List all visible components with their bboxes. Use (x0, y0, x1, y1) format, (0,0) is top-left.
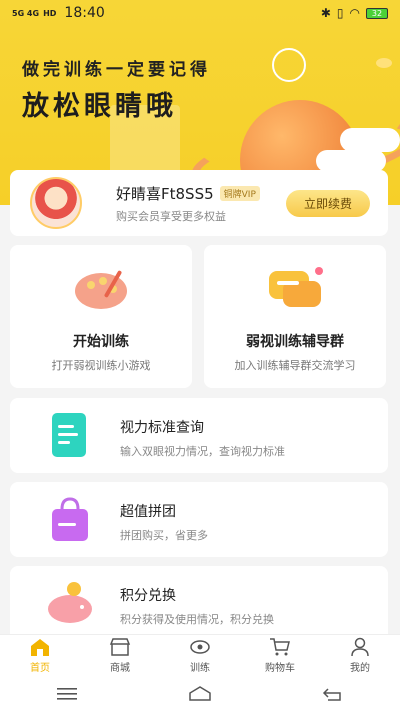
member-subtitle: 购买会员享受更多权益 (116, 209, 226, 223)
username: 好睛喜Ft8SS5 (116, 184, 214, 203)
system-nav-bar (0, 676, 400, 711)
menu-icon[interactable] (54, 686, 80, 702)
back-icon[interactable] (320, 686, 346, 702)
avatar[interactable] (30, 177, 82, 229)
row-desc: 输入双眼视力情况，查询视力标准 (120, 445, 285, 458)
bottom-tab-bar: 首页 商城 训练 购物车 我的 (0, 634, 400, 676)
wifi-icon: ◠ (349, 6, 360, 20)
row-title: 积分兑换 (120, 588, 176, 604)
tab-label: 我的 (350, 663, 370, 674)
tab-store[interactable]: 商城 (80, 635, 160, 676)
bluetooth-icon: ✱ (320, 6, 331, 20)
home-nav-icon[interactable] (187, 685, 213, 702)
member-card[interactable]: 好睛喜Ft8SS5 铜牌VIP 购买会员享受更多权益 立即续费 (10, 170, 388, 236)
chat-bubble-icon (265, 265, 325, 313)
tab-label: 商城 (110, 663, 130, 674)
battery-icon: 32 (366, 7, 388, 19)
tile-desc: 打开弱视训练小游戏 (51, 359, 151, 372)
network-indicator: 5G 4G (12, 8, 40, 18)
home-icon (31, 639, 49, 656)
tile-tutoring-group[interactable]: 弱视训练辅导群 加入训练辅导群交流学习 (204, 245, 386, 388)
tab-label: 首页 (30, 663, 50, 674)
clock: 18:40 (64, 5, 105, 21)
user-icon (351, 637, 369, 657)
star-decoration (376, 58, 392, 68)
tab-profile[interactable]: 我的 (320, 635, 400, 676)
tab-training[interactable]: 训练 (160, 635, 240, 676)
store-icon (109, 638, 131, 656)
tile-title: 开始训练 (73, 334, 129, 350)
renew-button[interactable]: 立即续费 (285, 189, 370, 217)
tab-label: 训练 (190, 663, 210, 674)
shopping-bag-icon (44, 495, 96, 543)
document-icon (44, 411, 96, 459)
row-points-exchange[interactable]: 积分兑换 积分获得及使用情况，积分兑换 (10, 566, 388, 641)
tile-desc: 加入训练辅导群交流学习 (234, 359, 356, 372)
tile-title: 弱视训练辅导群 (246, 334, 344, 350)
eye-icon (190, 640, 210, 654)
girl-illustration (272, 48, 306, 82)
tile-start-training[interactable]: 开始训练 打开弱视训练小游戏 (10, 245, 192, 388)
row-title: 超值拼团 (120, 504, 176, 520)
status-bar: 5G 4G HD 18:40 ✱ ▯ ◠ 32 (0, 0, 400, 26)
row-desc: 积分获得及使用情况，积分兑换 (120, 613, 274, 626)
vip-badge: 铜牌VIP (219, 185, 260, 201)
hd-indicator: HD (43, 8, 57, 18)
vibrate-icon: ▯ (336, 6, 344, 20)
row-group-buy[interactable]: 超值拼团 拼团购买，省更多 (10, 482, 388, 557)
row-vision-standard[interactable]: 视力标准查询 输入双眼视力情况，查询视力标准 (10, 398, 388, 473)
tab-cart[interactable]: 购物车 (240, 635, 320, 676)
cloud-illustration (340, 128, 400, 152)
row-title: 视力标准查询 (120, 420, 204, 436)
cart-icon (270, 638, 290, 656)
tab-label: 购物车 (265, 663, 295, 674)
tab-home[interactable]: 首页 (0, 635, 80, 676)
cloud-illustration (316, 150, 386, 172)
row-desc: 拼团购买，省更多 (120, 529, 208, 542)
piggy-bank-icon (44, 579, 96, 627)
palette-icon (71, 265, 131, 313)
hero-line2: 放松眼睛哦 (22, 91, 177, 122)
hero-line1: 做完训练一定要记得 (22, 60, 211, 80)
